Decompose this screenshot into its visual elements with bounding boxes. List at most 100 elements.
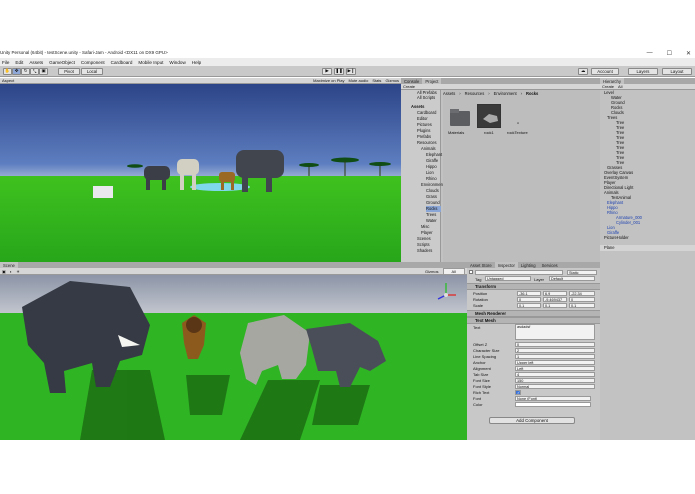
- scene-search-input[interactable]: All: [442, 267, 465, 275]
- scale-x-field[interactable]: 0.1: [517, 303, 541, 308]
- rotate-tool-icon[interactable]: ↻: [21, 67, 30, 75]
- shading-mode-icon[interactable]: ▣: [2, 269, 6, 274]
- color-field[interactable]: [515, 402, 591, 407]
- tab-inspector[interactable]: Inspector: [494, 262, 518, 268]
- close-icon[interactable]: ✕: [686, 50, 691, 57]
- font-size-field[interactable]: 150: [515, 378, 595, 383]
- minimize-icon[interactable]: —: [647, 50, 653, 57]
- rotation-x-field[interactable]: 0: [517, 297, 541, 302]
- mute-audio-toggle[interactable]: Mute audio: [349, 78, 369, 83]
- prop-label: Font: [473, 396, 482, 401]
- asset-label: rockTexture: [507, 130, 528, 135]
- texture-icon[interactable]: ▫: [517, 121, 519, 127]
- prop-label: Line Spacing: [473, 354, 497, 359]
- maximize-icon[interactable]: ☐: [667, 50, 672, 57]
- hierarchy-item-selected[interactable]: Plane: [600, 245, 695, 251]
- hierarchy-create-button[interactable]: Create: [602, 84, 614, 89]
- breadcrumb-item[interactable]: Rocks: [526, 91, 538, 96]
- window-title: Unity Personal (64bit) - testScene.unity…: [0, 50, 168, 55]
- breadcrumb-item[interactable]: Resources: [465, 91, 485, 96]
- gizmos-dropdown[interactable]: Gizmos: [385, 78, 399, 83]
- 2d-toggle-icon[interactable]: ◐: [10, 269, 12, 274]
- hierarchy-item[interactable]: Cylinder_001: [616, 220, 640, 226]
- position-y-field[interactable]: 6.9: [543, 291, 567, 296]
- font-style-dropdown[interactable]: Normal: [515, 384, 595, 389]
- rich-text-checkbox[interactable]: ✓: [515, 390, 521, 395]
- window-controls: — ☐ ✕: [647, 50, 691, 57]
- scale-tool-icon[interactable]: ⤡: [30, 67, 39, 75]
- menu-gameobject[interactable]: GameObject: [49, 60, 75, 65]
- position-x-field[interactable]: -36.1: [517, 291, 541, 296]
- pause-button[interactable]: ❚❚: [334, 67, 344, 75]
- offset-z-field[interactable]: 0: [515, 342, 595, 347]
- breadcrumb-item[interactable]: Assets: [443, 91, 455, 96]
- tab-lighting[interactable]: Lighting: [518, 262, 539, 268]
- hand-tool-icon[interactable]: ✋: [3, 67, 12, 75]
- tab-scene[interactable]: Scene: [0, 262, 18, 268]
- menu-help[interactable]: Help: [192, 60, 201, 65]
- rotation-y-field[interactable]: -9.469437: [543, 297, 567, 302]
- layer-dropdown[interactable]: Default: [549, 276, 595, 281]
- rect-tool-icon[interactable]: ▣: [39, 67, 48, 75]
- project-folder-tree: All Prefabs All Scripts Assets Cardboard…: [401, 90, 444, 262]
- project-create-button[interactable]: Create: [403, 84, 415, 89]
- prop-label: Font Style: [473, 384, 492, 389]
- position-z-field[interactable]: -22.34: [569, 291, 595, 296]
- scale-y-field[interactable]: 0.1: [543, 303, 567, 308]
- hierarchy-item[interactable]: PictureHolder: [604, 235, 629, 241]
- object-name-field[interactable]: [475, 270, 563, 275]
- favorite-item[interactable]: All Scripts: [417, 95, 435, 101]
- tab-asset-store[interactable]: Asset Store: [467, 262, 495, 268]
- add-component-button[interactable]: Add Component: [489, 417, 575, 424]
- layout-dropdown[interactable]: Layout: [662, 67, 692, 75]
- breadcrumb-item[interactable]: Environment: [494, 91, 517, 96]
- hierarchy-search[interactable]: All: [618, 84, 622, 89]
- mesh-renderer-header[interactable]: Mesh Renderer: [467, 310, 600, 317]
- rotation-z-field[interactable]: 0: [569, 297, 595, 302]
- tab-project[interactable]: Project: [422, 78, 442, 84]
- play-button[interactable]: ▶: [322, 67, 332, 75]
- line-spacing-field[interactable]: 1: [515, 354, 595, 359]
- game-view[interactable]: [0, 84, 401, 262]
- menu-mobile-input[interactable]: Mobile Input: [138, 60, 163, 65]
- menu-component[interactable]: Component: [81, 60, 105, 65]
- alignment-dropdown[interactable]: Left: [515, 366, 595, 371]
- asset-rock1[interactable]: [477, 104, 501, 128]
- maximize-on-play-toggle[interactable]: Maximize on Play: [313, 78, 344, 83]
- scene-view[interactable]: [0, 275, 467, 440]
- menu-assets[interactable]: Assets: [29, 60, 43, 65]
- lighting-toggle-icon[interactable]: ☀: [16, 269, 20, 274]
- static-dropdown[interactable]: Static: [567, 270, 597, 275]
- aspect-dropdown[interactable]: Aspect: [2, 78, 14, 83]
- anchor-dropdown[interactable]: Upper left: [515, 360, 595, 365]
- local-button[interactable]: Local: [81, 67, 103, 75]
- font-field[interactable]: None (Font): [515, 396, 591, 401]
- move-tool-icon[interactable]: ✥: [12, 67, 21, 75]
- rotation-label: Rotation: [473, 297, 488, 302]
- scale-z-field[interactable]: 0.1: [569, 303, 595, 308]
- asset-materials[interactable]: [449, 106, 471, 128]
- menu-cardboard[interactable]: Cardboard: [111, 60, 133, 65]
- layers-dropdown[interactable]: Layers: [628, 67, 658, 75]
- tab-services[interactable]: Services: [539, 262, 561, 268]
- text-mesh-header[interactable]: Text Mesh: [467, 317, 600, 324]
- menu-window[interactable]: Window: [169, 60, 185, 65]
- scene-gizmos-dropdown[interactable]: Gizmos: [425, 269, 439, 274]
- step-button[interactable]: ▶❙: [346, 67, 356, 75]
- account-dropdown[interactable]: Account: [591, 67, 619, 75]
- transform-header[interactable]: Transform: [467, 283, 600, 290]
- tag-dropdown[interactable]: Untagged: [485, 276, 531, 281]
- stats-toggle[interactable]: Stats: [372, 78, 381, 83]
- character-size-field[interactable]: 2: [515, 348, 595, 353]
- active-checkbox[interactable]: [469, 270, 473, 274]
- menu-edit[interactable]: Edit: [15, 60, 23, 65]
- cloud-icon[interactable]: ☁: [578, 67, 588, 75]
- tree-folder[interactable]: Shaders: [417, 248, 432, 254]
- text-field[interactable]: asdadsf: [515, 324, 595, 340]
- project-panel: Console Project Create All Prefabs All S…: [401, 78, 600, 262]
- pivot-button[interactable]: Pivot: [58, 67, 80, 75]
- tab-size-field[interactable]: 4: [515, 372, 595, 377]
- menu-file[interactable]: File: [2, 60, 9, 65]
- scale-label: Scale: [473, 303, 484, 308]
- layer-label: Layer: [534, 277, 545, 282]
